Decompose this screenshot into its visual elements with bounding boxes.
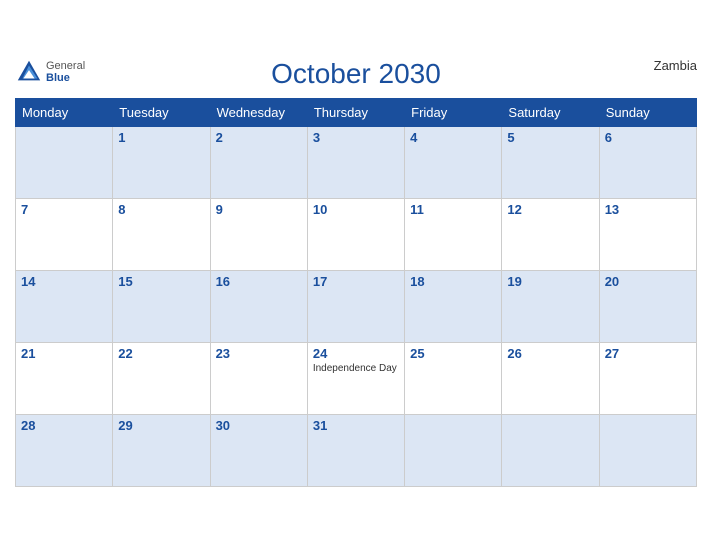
day-number: 1 xyxy=(118,130,204,145)
calendar-cell: 13 xyxy=(599,199,696,271)
day-number: 21 xyxy=(21,346,107,361)
calendar-cell: 24 Independence Day xyxy=(307,343,404,415)
day-number: 5 xyxy=(507,130,593,145)
day-number: 15 xyxy=(118,274,204,289)
header-saturday: Saturday xyxy=(502,99,599,127)
calendar-cell: 21 xyxy=(16,343,113,415)
calendar-cell: 29 xyxy=(113,415,210,487)
calendar-cell: 25 xyxy=(405,343,502,415)
generalblue-logo-icon xyxy=(15,58,43,86)
calendar-cell: 18 xyxy=(405,271,502,343)
calendar-cell: 14 xyxy=(16,271,113,343)
day-number: 29 xyxy=(118,418,204,433)
day-number: 22 xyxy=(118,346,204,361)
calendar-cell: 2 xyxy=(210,127,307,199)
logo-general: General xyxy=(46,60,85,72)
calendar-cell: 10 xyxy=(307,199,404,271)
day-number: 14 xyxy=(21,274,107,289)
day-number: 7 xyxy=(21,202,107,217)
calendar-cell: 12 xyxy=(502,199,599,271)
day-number: 28 xyxy=(21,418,107,433)
calendar-cell: 31 xyxy=(307,415,404,487)
day-number: 23 xyxy=(216,346,302,361)
calendar-cell: 19 xyxy=(502,271,599,343)
calendar-cell: 3 xyxy=(307,127,404,199)
calendar-week-2: 789 10 11 12 13 xyxy=(16,199,697,271)
calendar-cell: 7 xyxy=(16,199,113,271)
day-number: 24 xyxy=(313,346,399,361)
calendar-week-1: 123456 xyxy=(16,127,697,199)
day-number: 16 xyxy=(216,274,302,289)
day-number: 11 xyxy=(410,202,496,217)
calendar-cell: 6 xyxy=(599,127,696,199)
calendar-cell: 1 xyxy=(113,127,210,199)
logo-blue: Blue xyxy=(46,72,85,84)
day-number: 8 xyxy=(118,202,204,217)
day-number: 12 xyxy=(507,202,593,217)
calendar-week-5: 28 29 30 31 xyxy=(16,415,697,487)
calendar-cell: 20 xyxy=(599,271,696,343)
calendar-cell: 17 xyxy=(307,271,404,343)
logo-area: General Blue xyxy=(15,58,85,86)
country-label: Zambia xyxy=(654,58,697,73)
day-number: 9 xyxy=(216,202,302,217)
calendar-cell: 28 xyxy=(16,415,113,487)
day-number: 17 xyxy=(313,274,399,289)
calendar-cell: 11 xyxy=(405,199,502,271)
calendar-cell: 5 xyxy=(502,127,599,199)
logo-text: General Blue xyxy=(46,60,85,84)
header-thursday: Thursday xyxy=(307,99,404,127)
calendar-cell: 26 xyxy=(502,343,599,415)
calendar-cell: 23 xyxy=(210,343,307,415)
calendar-cell: 9 xyxy=(210,199,307,271)
calendar-cell: 27 xyxy=(599,343,696,415)
day-number: 25 xyxy=(410,346,496,361)
header-sunday: Sunday xyxy=(599,99,696,127)
calendar-cell: 15 xyxy=(113,271,210,343)
month-title: October 2030 xyxy=(271,58,441,90)
day-number: 31 xyxy=(313,418,399,433)
day-number: 10 xyxy=(313,202,399,217)
day-number: 2 xyxy=(216,130,302,145)
day-number: 3 xyxy=(313,130,399,145)
day-number: 13 xyxy=(605,202,691,217)
calendar-wrapper: General Blue October 2030 Zambia Monday … xyxy=(0,48,712,502)
header-friday: Friday xyxy=(405,99,502,127)
day-number: 26 xyxy=(507,346,593,361)
day-number: 4 xyxy=(410,130,496,145)
calendar-cell xyxy=(502,415,599,487)
day-number: 18 xyxy=(410,274,496,289)
calendar-cell xyxy=(599,415,696,487)
header-wednesday: Wednesday xyxy=(210,99,307,127)
day-number: 27 xyxy=(605,346,691,361)
header-monday: Monday xyxy=(16,99,113,127)
calendar-cell: 30 xyxy=(210,415,307,487)
calendar-table: Monday Tuesday Wednesday Thursday Friday… xyxy=(15,98,697,487)
calendar-cell: 16 xyxy=(210,271,307,343)
day-number: 19 xyxy=(507,274,593,289)
calendar-cell: 8 xyxy=(113,199,210,271)
calendar-cell xyxy=(16,127,113,199)
calendar-cell: 4 xyxy=(405,127,502,199)
holiday-name: Independence Day xyxy=(313,363,399,374)
header-tuesday: Tuesday xyxy=(113,99,210,127)
day-number: 6 xyxy=(605,130,691,145)
calendar-week-4: 21 22 23 24 Independence Day 25 26 27 xyxy=(16,343,697,415)
day-number: 20 xyxy=(605,274,691,289)
calendar-cell xyxy=(405,415,502,487)
calendar-cell: 22 xyxy=(113,343,210,415)
calendar-header: General Blue October 2030 Zambia xyxy=(15,58,697,90)
calendar-week-3: 14 15 16 17 18 19 20 xyxy=(16,271,697,343)
weekday-header-row: Monday Tuesday Wednesday Thursday Friday… xyxy=(16,99,697,127)
day-number: 30 xyxy=(216,418,302,433)
